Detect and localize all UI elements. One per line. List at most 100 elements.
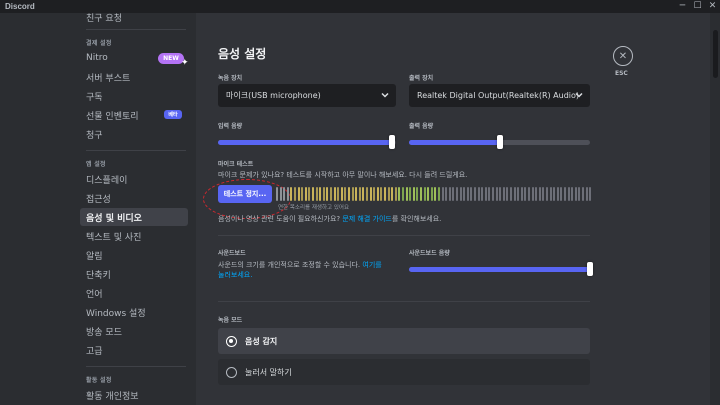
meter-bar (535, 187, 538, 201)
meter-bar (549, 187, 552, 201)
settings-sidebar: 친구 요청 결제 설정 Nitro NEW ✦ 서버 부스트 구독 선물 인벤토… (0, 13, 196, 405)
meter-bar (376, 187, 379, 201)
sidebar-item-notifications[interactable]: 알림 (80, 246, 188, 264)
meter-bar (394, 187, 397, 201)
sidebar-item-text-images[interactable]: 텍스트 및 사진 (80, 227, 188, 245)
sidebar-item-subscriptions[interactable]: 구독 (80, 87, 188, 105)
meter-bar (459, 187, 462, 201)
meter-bar (528, 187, 530, 201)
sidebar-item-windows-settings[interactable]: Windows 설정 (80, 303, 188, 321)
meter-bar (405, 187, 408, 201)
meter-bar (542, 187, 545, 201)
meter-bar (574, 187, 577, 201)
meter-bar (384, 187, 386, 201)
meter-bar (391, 187, 394, 201)
sidebar-item-voice-video[interactable]: 음성 및 비디오 (80, 208, 188, 226)
meter-bar (585, 187, 588, 201)
input-device-label: 녹음 장치 (218, 75, 243, 82)
meter-bar (553, 187, 556, 201)
meter-bar (423, 187, 426, 201)
settings-content: 음성 설정 녹음 장치 마이크(USB microphone) 출력 장치 Re… (196, 13, 710, 405)
sidebar-item-keybinds[interactable]: 단축키 (80, 265, 188, 283)
output-volume-knob[interactable] (497, 135, 503, 149)
output-device-select[interactable]: Realtek Digital Output(Realtek(R) Audio) (409, 84, 590, 107)
meter-bar (502, 187, 505, 201)
meter-bar (456, 187, 458, 201)
soundboard-description: 사운드의 크기를 개인적으로 조정할 수 있습니다. 여기를 (218, 260, 382, 270)
input-mode-push-to-talk[interactable]: 눌러서 말하기 (218, 359, 590, 385)
meter-bar (434, 187, 437, 201)
sidebar-item-language[interactable]: 언어 (80, 284, 188, 302)
meter-bar (416, 187, 419, 201)
input-device-select[interactable]: 마이크(USB microphone) (218, 84, 396, 107)
meter-bar (301, 187, 304, 201)
chevron-down-icon (381, 92, 389, 98)
input-mode-label: 녹음 모드 (218, 317, 243, 324)
meter-bar (524, 187, 527, 201)
playback-note: 연한 목소리를 재생하고 있어요 (278, 205, 350, 211)
soundboard-volume-knob[interactable] (587, 262, 593, 276)
meter-bar (322, 187, 325, 201)
meter-bar (387, 187, 390, 201)
output-volume-label: 출력 음량 (409, 123, 434, 130)
sidebar-header-activity: 활동 설정 (86, 377, 112, 384)
meter-bar (506, 187, 509, 201)
meter-bar (276, 187, 278, 201)
close-window-icon[interactable]: ✕ (705, 0, 720, 13)
meter-bar (495, 187, 498, 201)
minimize-icon[interactable]: ─ (675, 0, 690, 13)
meter-bar (470, 187, 473, 201)
page-title: 음성 설정 (218, 47, 267, 61)
meter-bar (312, 187, 314, 201)
output-volume-fill (409, 140, 500, 145)
maximize-icon[interactable]: ☐ (690, 0, 705, 13)
esc-label: ESC (615, 70, 628, 77)
meter-bar (380, 187, 383, 201)
soundboard-link[interactable]: 여기를 (362, 261, 381, 269)
meter-bar (430, 187, 433, 201)
section-divider (218, 235, 590, 236)
meter-bar (466, 187, 469, 201)
meter-bar (319, 187, 322, 201)
meter-bar (510, 187, 512, 201)
troubleshooting-link[interactable]: 문제 해결 가이드 (342, 215, 392, 223)
help-text-suffix: 를 확인해보세요. (391, 215, 442, 223)
soundboard-volume-fill (409, 267, 590, 272)
sidebar-header-app: 앱 설정 (86, 161, 106, 168)
sidebar-item-server-boost[interactable]: 서버 부스트 (80, 68, 188, 86)
meter-bar (560, 187, 563, 201)
input-mode-voice-activity[interactable]: 음성 감지 (218, 328, 590, 354)
meter-bar (589, 187, 592, 201)
soundboard-link-cont[interactable]: 눌러보세요. (218, 271, 252, 279)
meter-bar (337, 187, 340, 201)
sidebar-item-friend-requests[interactable]: 친구 요청 (80, 13, 188, 26)
sidebar-item-accessibility[interactable]: 접근성 (80, 189, 188, 207)
meter-bar (445, 187, 448, 201)
meter-bar (373, 187, 376, 201)
sidebar-item-billing[interactable]: 청구 (80, 125, 188, 143)
meter-bar (330, 187, 332, 201)
input-volume-label: 입력 음량 (218, 123, 243, 130)
sidebar-divider (86, 150, 186, 151)
meter-bar (513, 187, 516, 201)
meter-bar (582, 187, 584, 201)
soundboard-description-line2: 눌러보세요. (218, 270, 252, 280)
input-volume-knob[interactable] (389, 135, 395, 149)
sidebar-item-display[interactable]: 디스플레이 (80, 170, 188, 188)
meter-bar (333, 187, 336, 201)
help-text-prefix: 음성이나 영상 관련 도움이 필요하신가요? (218, 215, 343, 223)
mic-test-label: 마이크 테스트 (218, 161, 254, 168)
meter-bar (556, 187, 559, 201)
close-icon[interactable]: ✕ (613, 46, 633, 66)
scrollbar-thumb[interactable] (713, 30, 718, 78)
meter-bar (402, 187, 404, 201)
output-device-label: 출력 장치 (409, 75, 434, 82)
sparkle-icon: ✦ (181, 58, 189, 68)
sidebar-item-advanced[interactable]: 고급 (80, 341, 188, 359)
soundboard-description-text: 사운드의 크기를 개인적으로 조정할 수 있습니다. (218, 261, 363, 269)
meter-bar (290, 187, 293, 201)
meter-bar (463, 187, 466, 201)
sidebar-item-streamer-mode[interactable]: 방송 모드 (80, 322, 188, 340)
sidebar-item-activity-privacy[interactable]: 활동 개인정보 (80, 386, 188, 404)
meter-bar (571, 187, 574, 201)
